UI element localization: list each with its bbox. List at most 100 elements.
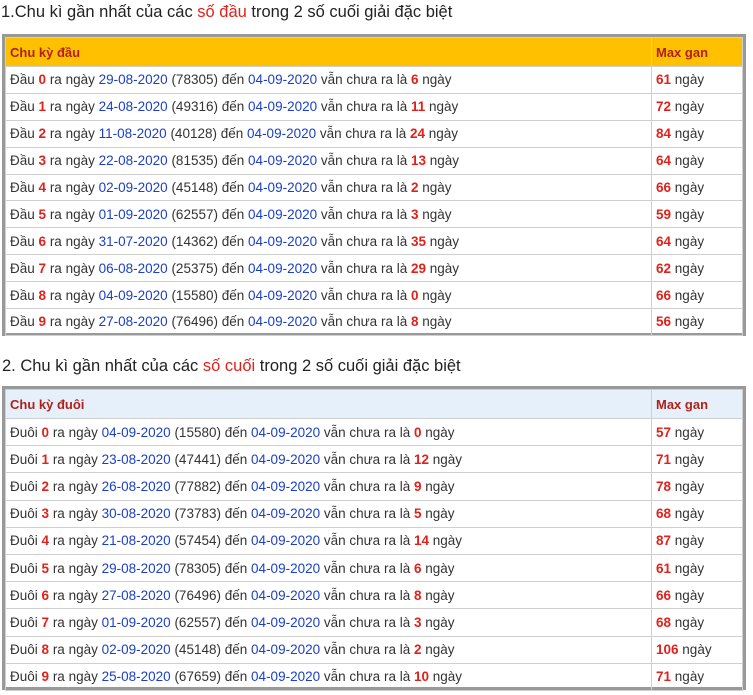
row-digit: 5 <box>38 206 47 222</box>
last-date: 06-08-2020 <box>98 260 168 276</box>
ngay-text: ngày <box>674 614 705 630</box>
last-date: 29-08-2020 <box>101 560 171 576</box>
header-cycle-head: Chu kỳ đầu <box>5 37 652 67</box>
den-text: đến <box>224 506 248 522</box>
max-gan-value: 78 <box>656 478 672 494</box>
max-gan-value: 71 <box>656 669 672 685</box>
table-row: Đầu 4 ra ngày 02-09-2020 (45148) đến 04-… <box>5 173 743 202</box>
table-header-row: Chu kỳ đầu Max gan <box>5 37 743 67</box>
van-chua-text: vẫn chưa ra là <box>323 614 411 630</box>
van-chua-text: vẫn chưa ra là <box>320 260 408 276</box>
cycle-cell: Đầu 1 ra ngày 24-08-2020 (49316) đến 04-… <box>5 92 652 121</box>
row-label: Đuôi <box>10 451 38 467</box>
ra-ngay-text: ra ngày <box>52 506 98 522</box>
prize-code: (62557) <box>174 614 221 630</box>
row-label: Đầu <box>10 287 35 303</box>
table-row: Đuôi 2 ra ngày 26-08-2020 (77882) đến 04… <box>5 472 743 501</box>
ngay-text: ngày <box>674 126 705 142</box>
prize-code: (14362) <box>171 233 218 249</box>
section-2-title-suffix: trong 2 số cuối giải đặc biệt <box>255 357 461 375</box>
days-count: 8 <box>413 587 422 603</box>
max-gan-value: 72 <box>656 99 672 115</box>
cycle-cell: Đầu 2 ra ngày 11-08-2020 (40128) đến 04-… <box>5 119 652 148</box>
max-gan-value: 64 <box>656 153 672 169</box>
ngay-text: ngày <box>674 506 705 522</box>
max-gan-cell: 64 ngày <box>651 227 743 256</box>
max-gan-cell: 61 ngày <box>651 66 743 94</box>
ra-ngay-text: ra ngày <box>49 287 95 303</box>
ngay-text: ngày <box>674 99 705 115</box>
table-row: Đuôi 6 ra ngày 27-08-2020 (76496) đến 04… <box>5 581 743 610</box>
van-chua-text: vẫn chưa ra là <box>323 642 411 658</box>
row-digit: 9 <box>38 314 47 330</box>
row-label: Đầu <box>10 99 35 115</box>
end-date: 04-09-2020 <box>251 533 321 549</box>
den-text: đến <box>221 314 245 330</box>
ngay-text: ngày <box>674 533 705 549</box>
ngay-text: ngày <box>422 206 452 222</box>
days-count: 14 <box>413 533 430 549</box>
cycle-cell: Đuôi 7 ra ngày 01-09-2020 (62557) đến 04… <box>5 608 652 637</box>
max-gan-cell: 61 ngày <box>651 553 743 583</box>
row-digit: 4 <box>41 533 50 549</box>
table-row: Đầu 5 ra ngày 01-09-2020 (62557) đến 04-… <box>5 200 743 229</box>
van-chua-text: vẫn chưa ra là <box>323 424 411 440</box>
max-gan-value: 62 <box>656 260 672 276</box>
max-gan-value: 71 <box>656 451 672 467</box>
ngay-text: ngày <box>422 287 452 303</box>
days-count: 5 <box>413 506 422 522</box>
last-date: 02-09-2020 <box>101 642 171 658</box>
last-date: 26-08-2020 <box>101 478 171 494</box>
table-row: Đuôi 0 ra ngày 04-09-2020 (15580) đến 04… <box>5 417 743 447</box>
end-date: 04-09-2020 <box>248 180 318 195</box>
head-cycle-table-container: Chu kỳ đầu Max gan Đầu 0 ra ngày 29-08-2… <box>2 34 746 336</box>
max-gan-cell: 71 ngày <box>651 662 743 691</box>
tail-cycle-table-container: Chu kỳ đuôi Max gan Đuôi 0 ra ngày 04-09… <box>2 386 746 691</box>
last-date: 24-08-2020 <box>98 99 168 115</box>
days-count: 0 <box>410 287 419 303</box>
max-gan-value: 61 <box>656 560 672 576</box>
ra-ngay-text: ra ngày <box>52 424 98 440</box>
max-gan-value: 87 <box>656 533 672 549</box>
max-gan-cell: 84 ngày <box>651 119 743 148</box>
ngay-text: ngày <box>422 72 452 88</box>
row-digit: 8 <box>38 287 47 303</box>
days-count: 0 <box>413 424 422 440</box>
den-text: đến <box>221 99 245 115</box>
van-chua-text: vẫn chưa ra là <box>323 506 411 522</box>
prize-code: (81535) <box>171 153 218 169</box>
ngay-text: ngày <box>425 424 455 440</box>
row-digit: 4 <box>38 180 47 195</box>
prize-code: (45148) <box>174 642 221 658</box>
prize-code: (73783) <box>174 506 221 522</box>
ngay-text: ngày <box>425 614 455 630</box>
max-gan-value: 66 <box>656 587 672 603</box>
cycle-cell: Đuôi 5 ra ngày 29-08-2020 (78305) đến 04… <box>5 553 652 583</box>
prize-code: (15580) <box>171 287 218 303</box>
table-row: Đầu 2 ra ngày 11-08-2020 (40128) đến 04-… <box>5 119 743 148</box>
max-gan-value: 57 <box>656 424 672 440</box>
ngay-text: ngày <box>674 451 705 467</box>
header-max-gan: Max gan <box>651 37 743 67</box>
section-1-title-prefix: 1.Chu kì gần nhất của các <box>1 3 198 21</box>
last-date: 01-09-2020 <box>101 614 171 630</box>
ra-ngay-text: ra ngày <box>49 233 95 249</box>
row-digit: 6 <box>41 587 50 603</box>
table-row: Đầu 8 ra ngày 04-09-2020 (15580) đến 04-… <box>5 281 743 310</box>
ngay-text: ngày <box>425 478 455 494</box>
row-digit: 1 <box>38 99 47 115</box>
ngay-text: ngày <box>674 72 705 88</box>
max-gan-cell: 66 ngày <box>651 281 743 310</box>
end-date: 04-09-2020 <box>251 506 321 522</box>
ra-ngay-text: ra ngày <box>52 642 98 658</box>
cycle-cell: Đuôi 0 ra ngày 04-09-2020 (15580) đến 04… <box>5 417 652 447</box>
cycle-cell: Đuôi 9 ra ngày 25-08-2020 (67659) đến 04… <box>5 662 652 691</box>
last-date: 23-08-2020 <box>101 451 171 467</box>
row-label: Đuôi <box>10 642 38 658</box>
table-row: Đầu 3 ra ngày 22-08-2020 (81535) đến 04-… <box>5 146 743 175</box>
van-chua-text: vẫn chưa ra là <box>323 560 411 576</box>
row-label: Đuôi <box>10 478 38 494</box>
ngay-text: ngày <box>425 642 455 658</box>
row-digit: 0 <box>41 424 50 440</box>
ngay-text: ngày <box>429 233 460 249</box>
